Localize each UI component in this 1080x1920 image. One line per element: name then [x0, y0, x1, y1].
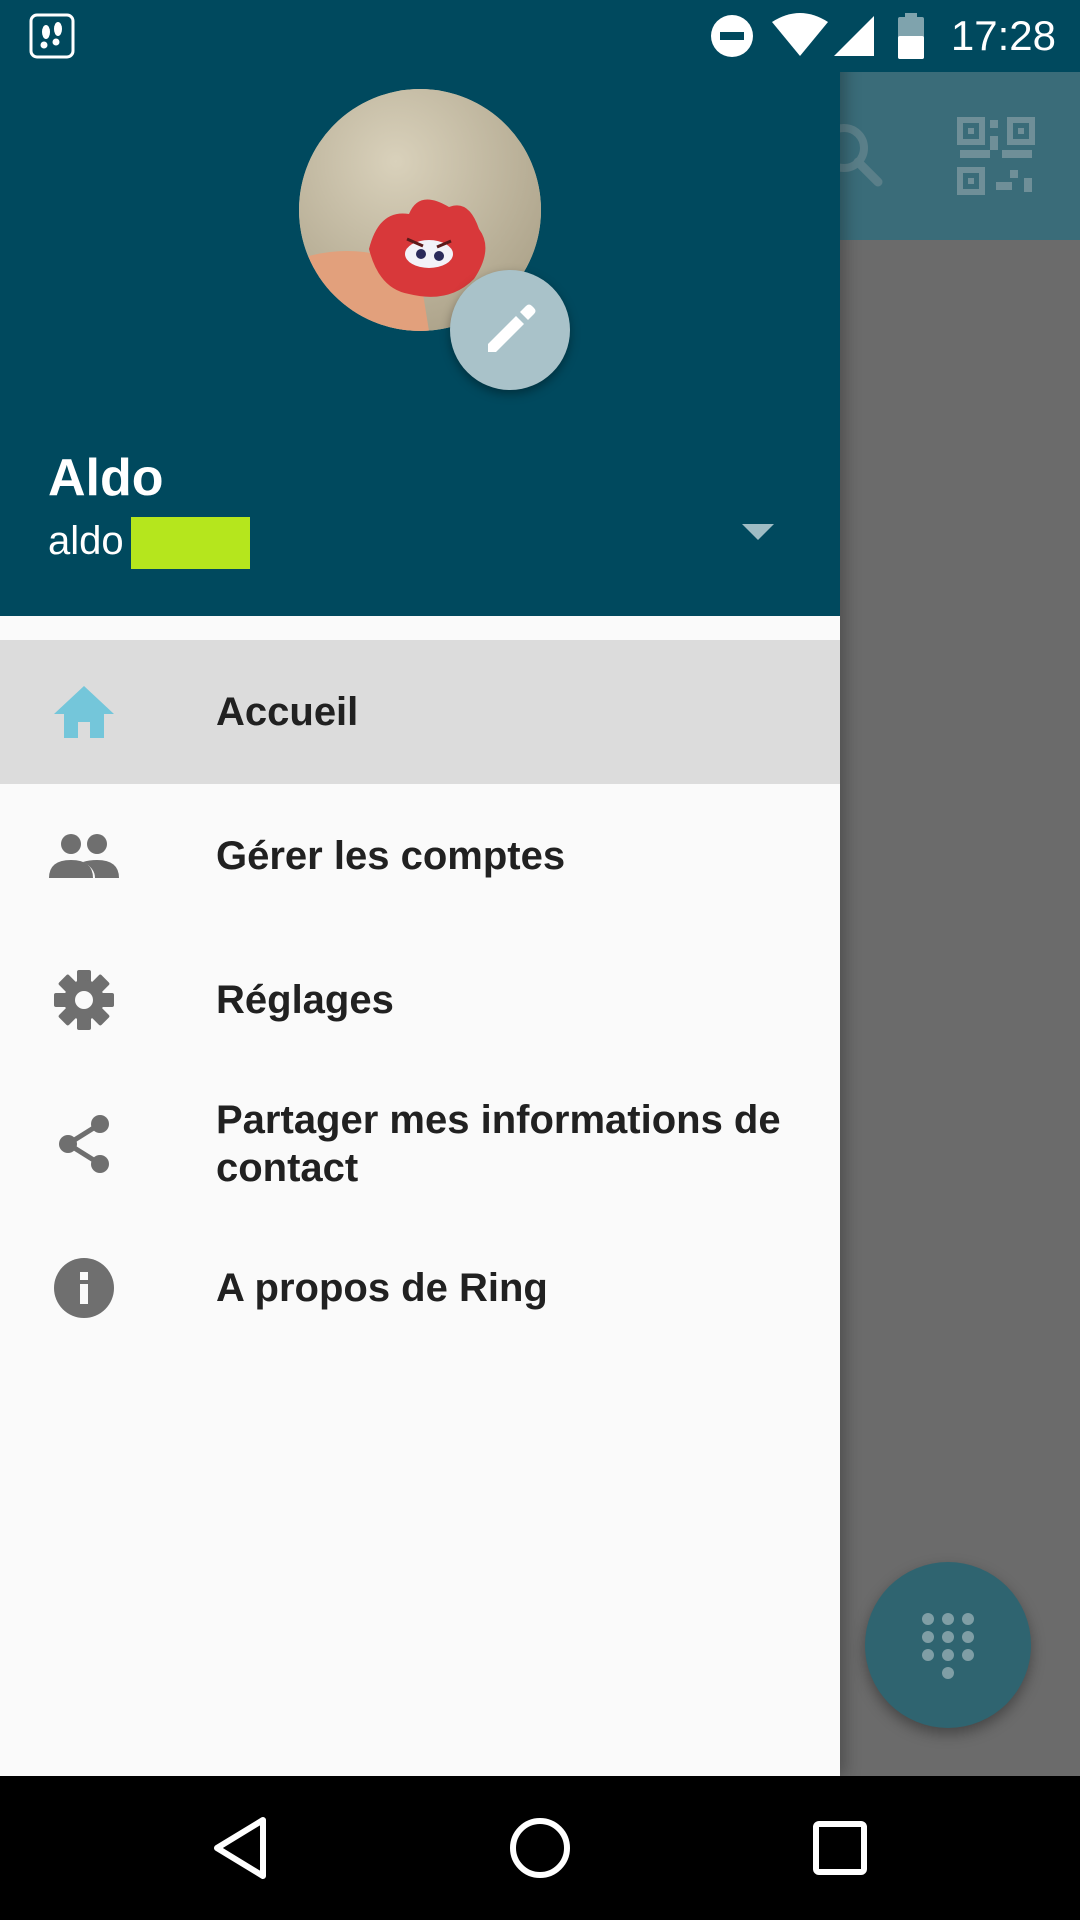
cellular-signal-icon — [834, 16, 874, 56]
menu-item-share-contact[interactable]: Partager mes informations de contact — [0, 1072, 840, 1216]
app-notification-icon — [29, 13, 75, 59]
info-icon — [48, 1258, 120, 1318]
status-bar: 17:28 — [0, 0, 1080, 72]
account-id: aldo — [48, 519, 124, 563]
qr-code-icon[interactable] — [956, 116, 1036, 196]
do-not-disturb-icon — [711, 15, 753, 57]
menu-item-label: Gérer les comptes — [216, 834, 566, 878]
back-icon[interactable] — [205, 1812, 277, 1884]
menu-item-about[interactable]: A propos de Ring — [0, 1216, 840, 1360]
status-clock: 17:28 — [950, 12, 1056, 59]
account-name: Aldo — [48, 449, 164, 507]
dropdown-arrow-icon — [742, 524, 774, 540]
pencil-icon — [488, 304, 536, 352]
drawer-menu: Accueil Gérer les comptes Réglages Parta… — [0, 640, 840, 1360]
home-icon — [48, 682, 120, 742]
home-circle-icon[interactable] — [504, 1812, 576, 1884]
drawer-header: Aldo aldo — [0, 0, 840, 616]
battery-icon — [898, 13, 924, 59]
menu-item-label: Réglages — [216, 978, 394, 1022]
navigation-drawer: Aldo aldo Accueil Gérer les comptes Régl… — [0, 0, 840, 1776]
recents-icon[interactable] — [804, 1812, 876, 1884]
people-icon — [48, 826, 120, 886]
menu-item-home[interactable]: Accueil — [0, 640, 840, 784]
menu-item-label: Accueil — [216, 690, 359, 734]
share-icon — [48, 1114, 120, 1174]
redaction-box — [131, 517, 250, 569]
edit-avatar-button[interactable] — [450, 270, 570, 390]
settings-icon — [48, 970, 120, 1030]
dialpad-button[interactable] — [865, 1562, 1031, 1728]
wifi-icon — [772, 13, 828, 56]
menu-item-label: A propos de Ring — [216, 1266, 548, 1310]
dialpad-icon — [922, 1613, 974, 1679]
system-nav-bar — [0, 1776, 1080, 1920]
menu-item-label: Partager mes informations de contact — [216, 1098, 781, 1190]
menu-item-settings[interactable]: Réglages — [0, 928, 840, 1072]
screen: 17:28 Aldo aldo Accueil Gérer les compte… — [0, 0, 1080, 1920]
account-selector-button[interactable] — [736, 506, 780, 558]
menu-item-manage-accounts[interactable]: Gérer les comptes — [0, 784, 840, 928]
